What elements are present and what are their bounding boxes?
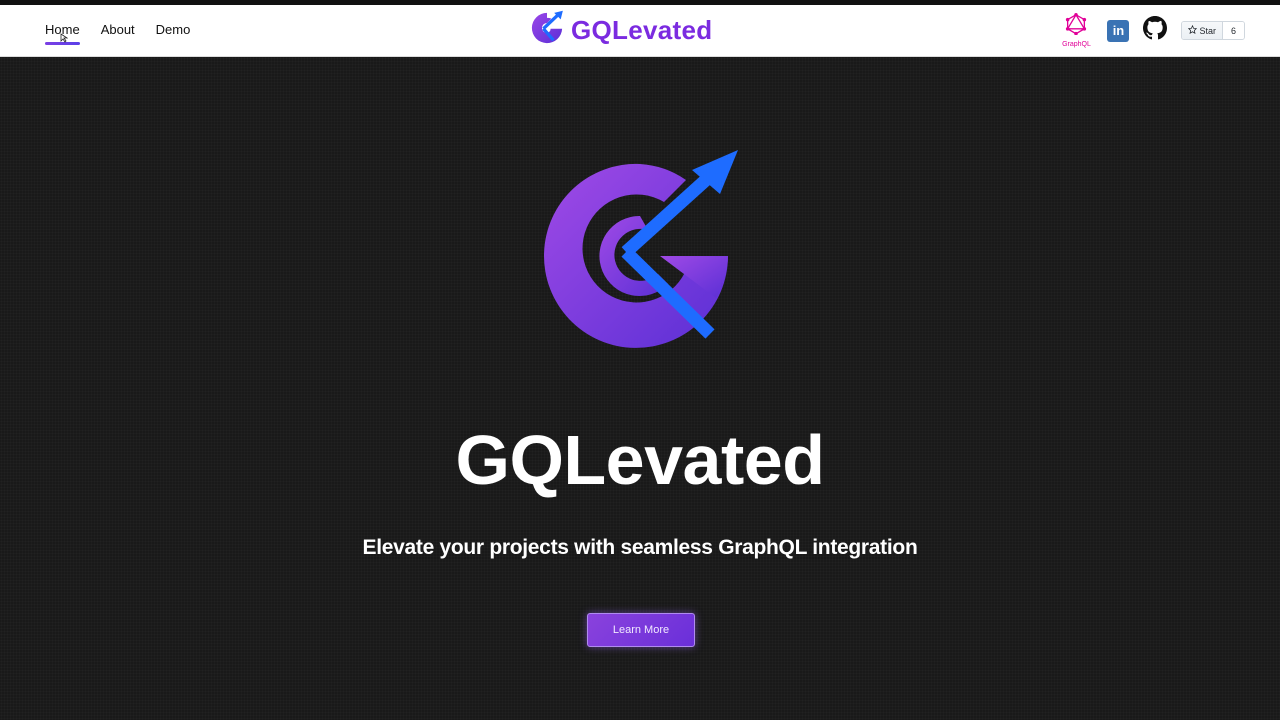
learn-more-button[interactable]: Learn More (587, 613, 695, 647)
social-links: GraphQL in Star 6 (1059, 5, 1245, 56)
github-star-label: Star (1199, 25, 1216, 36)
star-icon (1188, 24, 1198, 36)
graphql-link[interactable]: GraphQL (1059, 13, 1093, 48)
brand[interactable]: GQLevated (529, 10, 712, 50)
brand-name: GQLevated (571, 14, 713, 45)
graphql-label: GraphQL (1062, 41, 1091, 48)
github-icon[interactable] (1143, 16, 1168, 45)
nav-links: Home About Demo (45, 5, 190, 56)
navbar: Home About Demo GQLevated GraphQL in Sta… (0, 5, 1280, 57)
page: Home About Demo GQLevated GraphQL in Sta… (0, 0, 1280, 720)
graphql-icon (1065, 13, 1087, 40)
hero-logo (540, 148, 740, 348)
hero-subtitle: Elevate your projects with seamless Grap… (362, 536, 918, 559)
nav-link-about[interactable]: About (101, 22, 135, 39)
hero-title: GQLevated (455, 421, 825, 499)
linkedin-icon[interactable]: in (1107, 19, 1130, 42)
mouse-cursor-icon (60, 33, 69, 46)
nav-link-demo[interactable]: Demo (156, 22, 191, 39)
gqlevated-logo-icon (529, 10, 565, 51)
github-star-widget[interactable]: Star 6 (1181, 21, 1245, 40)
github-star-count: 6 (1222, 22, 1244, 39)
gqlevated-logo-icon (540, 150, 740, 352)
github-star-button[interactable]: Star (1182, 22, 1223, 39)
